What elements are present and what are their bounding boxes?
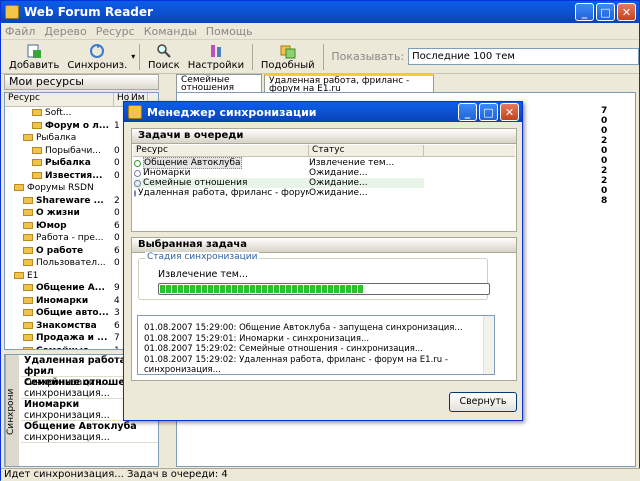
similar-button[interactable]: Подобный (257, 43, 319, 71)
tab-strip: Семейные отношения Удаленная работа, фри… (162, 74, 638, 94)
stage-box: Стадия синхронизации Извлечение тем... (138, 252, 490, 300)
folder-icon (32, 171, 42, 179)
window-title: Web Forum Reader (24, 5, 153, 19)
menu-tree[interactable]: Дерево (44, 25, 86, 38)
queue-group: Задачи в очереди Ресурс Статус Общение А… (131, 128, 517, 232)
dialog-close-button[interactable]: ✕ (500, 103, 519, 121)
dialog-icon (128, 105, 142, 119)
topic-count: 7 (601, 106, 608, 116)
show-select[interactable]: Последние 100 тем (408, 48, 639, 65)
sync-dropdown-arrow[interactable]: ▾ (131, 52, 135, 61)
log-line: 01.08.2007 15:29:02: Удаленная работа, ф… (144, 354, 448, 376)
similar-icon (280, 45, 296, 58)
show-label: Показывать: (331, 50, 405, 63)
sync-manager-dialog: Менеджер синхронизации _ □ ✕ Задачи в оч… (123, 101, 523, 421)
menu-help[interactable]: Помощь (206, 25, 253, 38)
status-bar: Идет синхронизация... Задач в очереди: 4 (1, 468, 640, 481)
queue-row[interactable]: Семейные отношения Ожидание... (133, 178, 515, 188)
folder-icon (23, 246, 33, 254)
topic-count: 2 (601, 166, 608, 176)
folder-icon (32, 121, 42, 129)
log-scrollbar[interactable] (483, 316, 494, 374)
minimize-button[interactable]: _ (575, 3, 594, 21)
sync-running-icon (134, 159, 141, 167)
queue-row[interactable]: Удаленная работа, фриланс - форум на E1.… (133, 188, 515, 198)
folder-icon (23, 234, 33, 242)
tab-family[interactable]: Семейные отношения (176, 74, 262, 93)
topic-count: 0 (601, 126, 608, 136)
topic-counts: 7002002208 (601, 106, 629, 206)
folder-icon (23, 134, 33, 142)
settings-button[interactable]: Настройки (184, 43, 248, 71)
folder-icon (32, 109, 42, 117)
folder-icon (23, 296, 33, 304)
topic-count: 8 (601, 196, 608, 206)
col-resource[interactable]: Ресурс (5, 93, 114, 106)
menu-commands[interactable]: Команды (144, 25, 197, 38)
topic-count: 0 (601, 156, 608, 166)
title-bar[interactable]: Web Forum Reader _ □ ✕ (1, 1, 639, 23)
folder-icon (23, 309, 33, 317)
collapse-button[interactable]: Свернуть (449, 392, 517, 412)
dialog-maximize-button[interactable]: □ (479, 103, 498, 121)
topic-count: 0 (601, 116, 608, 126)
folder-icon (23, 209, 33, 217)
search-button[interactable]: Поиск (144, 43, 184, 71)
progress-fill (160, 285, 364, 293)
settings-icon (210, 44, 221, 57)
folder-icon (23, 346, 33, 349)
stage-text: Извлечение тем... (158, 269, 248, 280)
topic-count: 0 (601, 186, 608, 196)
queue-row[interactable]: Иномарки Ожидание... (133, 168, 515, 178)
sync-waiting-icon (134, 179, 141, 187)
folder-icon (23, 259, 33, 267)
sync-item[interactable]: Общение Автоклуба синхронизация... (21, 421, 158, 443)
menu-bar: Файл Дерево Ресурс Команды Помощь (1, 23, 639, 40)
topic-count: 0 (601, 146, 608, 156)
tab-remote-work[interactable]: Удаленная работа, фриланс - форум на E1.… (264, 74, 434, 94)
col-queue-status[interactable]: Статус (309, 145, 424, 156)
dialog-minimize-button[interactable]: _ (458, 103, 477, 121)
topic-count: 2 (601, 176, 608, 186)
log-line: 01.08.2007 15:29:00: Общение Автоклуба -… (144, 323, 463, 333)
dialog-title: Менеджер синхронизации (147, 105, 317, 119)
selected-task-title: Выбранная задача (132, 238, 516, 253)
folder-icon (23, 334, 33, 342)
menu-resource[interactable]: Ресурс (96, 25, 135, 38)
add-icon (27, 44, 42, 58)
topic-count: 2 (601, 136, 608, 146)
sync-button[interactable]: Синхрониз. (63, 43, 131, 71)
queue-header: Ресурс Статус (133, 145, 515, 157)
sync-progress-bar (158, 283, 490, 295)
maximize-button[interactable]: □ (596, 3, 615, 21)
stage-label: Стадия синхронизации (145, 252, 260, 262)
close-button[interactable]: ✕ (617, 3, 636, 21)
log-line: 01.08.2007 15:29:02: Семейные отношения … (144, 344, 423, 354)
folder-icon (32, 146, 42, 154)
toolbar: Добавить Синхрониз. ▾ Поиск Настройки По… (1, 40, 639, 74)
menu-file[interactable]: Файл (5, 25, 35, 38)
folder-icon (23, 321, 33, 329)
add-button[interactable]: Добавить (5, 43, 63, 71)
folder-icon (14, 184, 24, 192)
folder-icon (23, 196, 33, 204)
folder-icon (23, 284, 33, 292)
queue-title: Задачи в очереди (132, 129, 516, 144)
sync-waiting-icon (134, 189, 136, 197)
queue-row[interactable]: Общение Автоклуба Извлечение тем... (133, 157, 515, 169)
sync-tab[interactable]: Синхрони (5, 355, 19, 466)
main-window: Web Forum Reader _ □ ✕ Файл Дерево Ресур… (0, 0, 640, 481)
folder-icon (23, 221, 33, 229)
resources-header: Мои ресурсы (4, 74, 159, 90)
sync-icon (90, 43, 105, 58)
dialog-title-bar[interactable]: Менеджер синхронизации _ □ ✕ (124, 102, 522, 122)
app-icon (5, 5, 19, 19)
folder-icon (14, 271, 24, 279)
col-queue-resource[interactable]: Ресурс (133, 145, 309, 156)
search-icon (157, 43, 171, 58)
sync-log[interactable]: 01.08.2007 15:29:00: Общение Автоклуба -… (137, 315, 495, 375)
folder-icon (32, 159, 42, 167)
sync-waiting-icon (134, 169, 141, 177)
log-line: 01.08.2007 15:29:01: Иномарки - синхрони… (144, 333, 370, 344)
